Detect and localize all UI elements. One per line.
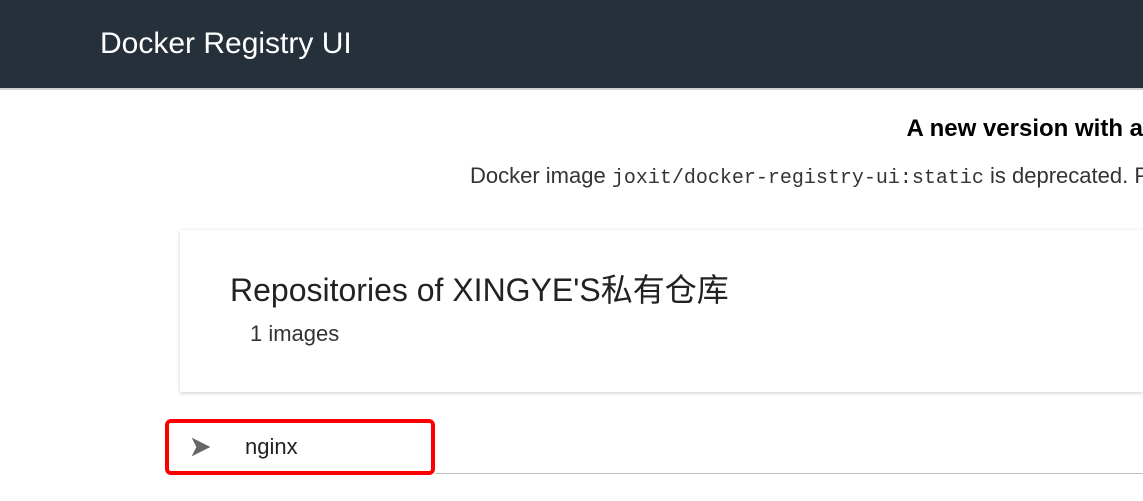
- notice-headline: A new version with a: [0, 115, 1143, 143]
- repositories-title: Repositories of XINGYE'S私有仓库: [230, 265, 1093, 311]
- notice-code: joxit/docker-registry-ui:static: [612, 167, 984, 190]
- chevron-right-icon: [187, 433, 215, 461]
- notice-text: Docker image joxit/docker-registry-ui:st…: [0, 163, 1143, 190]
- repositories-count: 1 images: [250, 321, 1093, 347]
- row-divider: [435, 420, 1143, 474]
- app-header: Docker Registry UI: [0, 0, 1143, 90]
- repositories-card: Repositories of XINGYE'S私有仓库 1 images: [180, 230, 1143, 392]
- notice-text-pre: Docker image: [470, 163, 612, 188]
- highlight-annotation: nginx: [165, 419, 435, 475]
- notice-text-post: is deprecated. Plea: [984, 163, 1143, 188]
- repository-name: nginx: [245, 434, 298, 460]
- app-title: Docker Registry UI: [100, 27, 352, 61]
- notice-banner: A new version with a Docker image joxit/…: [0, 115, 1143, 190]
- repository-row[interactable]: nginx: [165, 417, 1143, 477]
